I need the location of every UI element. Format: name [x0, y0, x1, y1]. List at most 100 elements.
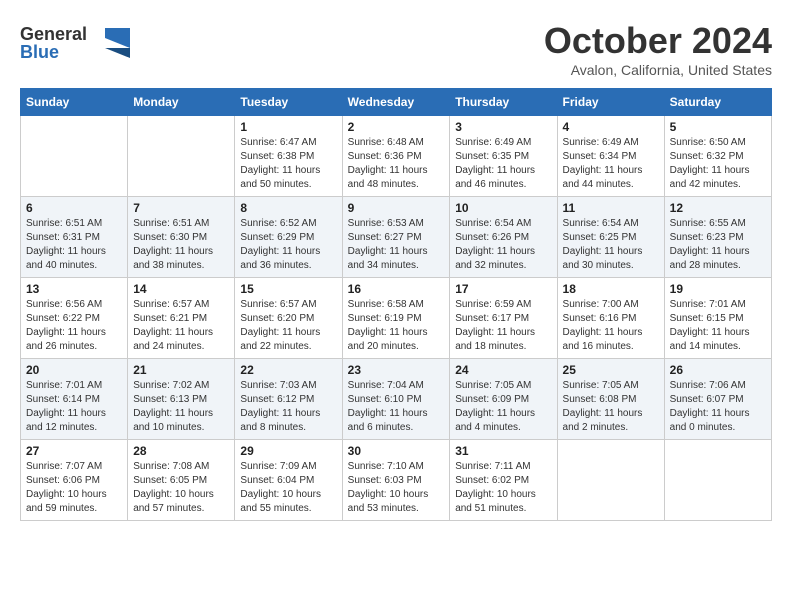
day-info: Sunrise: 7:07 AM Sunset: 6:06 PM Dayligh…: [26, 460, 122, 516]
calendar-cell: [664, 440, 771, 521]
calendar-week-row: 27 Sunrise: 7:07 AM Sunset: 6:06 PM Dayli…: [21, 440, 772, 521]
day-number: 4: [563, 120, 659, 134]
day-info: Sunrise: 7:11 AM Sunset: 6:02 PM Dayligh…: [455, 460, 551, 516]
location: Avalon, California, United States: [544, 62, 772, 78]
day-number: 24: [455, 363, 551, 377]
day-number: 30: [348, 444, 445, 458]
calendar-header: SundayMondayTuesdayWednesdayThursdayFrid…: [21, 89, 772, 116]
calendar-cell: [21, 116, 128, 197]
title-block: October 2024 Avalon, California, United …: [544, 20, 772, 78]
day-number: 26: [670, 363, 766, 377]
day-number: 17: [455, 282, 551, 296]
calendar-cell: 24Sunrise: 7:05 AM Sunset: 6:09 PM Dayli…: [450, 359, 557, 440]
calendar-week-row: 13Sunrise: 6:56 AM Sunset: 6:22 PM Dayli…: [21, 278, 772, 359]
calendar-cell: 9 Sunrise: 6:53 AM Sunset: 6:27 PM Daylig…: [342, 197, 450, 278]
calendar-cell: 31 Sunrise: 7:11 AM Sunset: 6:02 PM Dayli…: [450, 440, 557, 521]
calendar-cell: 21Sunrise: 7:02 AM Sunset: 6:13 PM Dayli…: [128, 359, 235, 440]
weekday-header: Monday: [128, 89, 235, 116]
day-number: 29: [240, 444, 336, 458]
day-info: Sunrise: 7:03 AM Sunset: 6:12 PM Dayligh…: [240, 379, 336, 435]
day-info: Sunrise: 7:10 AM Sunset: 6:03 PM Dayligh…: [348, 460, 445, 516]
weekday-header: Saturday: [664, 89, 771, 116]
calendar-week-row: 20 Sunrise: 7:01 AM Sunset: 6:14 PM Dayli…: [21, 359, 772, 440]
calendar-cell: 18 Sunrise: 7:00 AM Sunset: 6:16 PM Dayli…: [557, 278, 664, 359]
day-info: Sunrise: 7:08 AM Sunset: 6:05 PM Dayligh…: [133, 460, 229, 516]
calendar-cell: 10 Sunrise: 6:54 AM Sunset: 6:26 PM Dayli…: [450, 197, 557, 278]
weekday-header: Thursday: [450, 89, 557, 116]
day-number: 10: [455, 201, 551, 215]
calendar-cell: 14Sunrise: 6:57 AM Sunset: 6:21 PM Dayli…: [128, 278, 235, 359]
calendar-cell: 19 Sunrise: 7:01 AM Sunset: 6:15 PM Dayli…: [664, 278, 771, 359]
day-number: 19: [670, 282, 766, 296]
calendar-cell: 4 Sunrise: 6:49 AM Sunset: 6:34 PM Daylig…: [557, 116, 664, 197]
calendar-week-row: 1Sunrise: 6:47 AM Sunset: 6:38 PM Daylig…: [21, 116, 772, 197]
day-number: 20: [26, 363, 122, 377]
calendar-cell: [128, 116, 235, 197]
day-number: 6: [26, 201, 122, 215]
day-number: 18: [563, 282, 659, 296]
day-number: 15: [240, 282, 336, 296]
day-info: Sunrise: 6:49 AM Sunset: 6:35 PM Dayligh…: [455, 136, 551, 192]
weekday-header: Friday: [557, 89, 664, 116]
day-info: Sunrise: 6:48 AM Sunset: 6:36 PM Dayligh…: [348, 136, 445, 192]
day-info: Sunrise: 6:53 AM Sunset: 6:27 PM Dayligh…: [348, 217, 445, 273]
calendar-cell: 27 Sunrise: 7:07 AM Sunset: 6:06 PM Dayli…: [21, 440, 128, 521]
day-info: Sunrise: 7:01 AM Sunset: 6:15 PM Dayligh…: [670, 298, 766, 354]
month-title: October 2024: [544, 20, 772, 62]
day-number: 27: [26, 444, 122, 458]
day-number: 11: [563, 201, 659, 215]
calendar-cell: 25 Sunrise: 7:05 AM Sunset: 6:08 PM Dayli…: [557, 359, 664, 440]
day-number: 5: [670, 120, 766, 134]
day-info: Sunrise: 6:49 AM Sunset: 6:34 PM Dayligh…: [563, 136, 659, 192]
weekday-header-row: SundayMondayTuesdayWednesdayThursdayFrid…: [21, 89, 772, 116]
calendar-cell: 3 Sunrise: 6:49 AM Sunset: 6:35 PM Daylig…: [450, 116, 557, 197]
weekday-header: Tuesday: [235, 89, 342, 116]
day-number: 8: [240, 201, 336, 215]
calendar-cell: 12Sunrise: 6:55 AM Sunset: 6:23 PM Dayli…: [664, 197, 771, 278]
day-info: Sunrise: 7:00 AM Sunset: 6:16 PM Dayligh…: [563, 298, 659, 354]
weekday-header: Sunday: [21, 89, 128, 116]
day-number: 9: [348, 201, 445, 215]
calendar-week-row: 6 Sunrise: 6:51 AM Sunset: 6:31 PM Daylig…: [21, 197, 772, 278]
logo: General Blue: [20, 20, 130, 70]
calendar-cell: 1Sunrise: 6:47 AM Sunset: 6:38 PM Daylig…: [235, 116, 342, 197]
day-number: 3: [455, 120, 551, 134]
day-info: Sunrise: 7:04 AM Sunset: 6:10 PM Dayligh…: [348, 379, 445, 435]
logo-text: General Blue: [20, 20, 130, 70]
calendar-cell: 28 Sunrise: 7:08 AM Sunset: 6:05 PM Dayli…: [128, 440, 235, 521]
day-info: Sunrise: 6:54 AM Sunset: 6:26 PM Dayligh…: [455, 217, 551, 273]
day-number: 2: [348, 120, 445, 134]
day-info: Sunrise: 6:52 AM Sunset: 6:29 PM Dayligh…: [240, 217, 336, 273]
calendar-cell: 6 Sunrise: 6:51 AM Sunset: 6:31 PM Daylig…: [21, 197, 128, 278]
day-number: 28: [133, 444, 229, 458]
day-info: Sunrise: 7:01 AM Sunset: 6:14 PM Dayligh…: [26, 379, 122, 435]
day-info: Sunrise: 6:57 AM Sunset: 6:21 PM Dayligh…: [133, 298, 229, 354]
day-info: Sunrise: 6:51 AM Sunset: 6:31 PM Dayligh…: [26, 217, 122, 273]
day-number: 25: [563, 363, 659, 377]
day-info: Sunrise: 6:55 AM Sunset: 6:23 PM Dayligh…: [670, 217, 766, 273]
day-info: Sunrise: 7:06 AM Sunset: 6:07 PM Dayligh…: [670, 379, 766, 435]
calendar-cell: 26 Sunrise: 7:06 AM Sunset: 6:07 PM Dayli…: [664, 359, 771, 440]
day-number: 22: [240, 363, 336, 377]
calendar-cell: 16Sunrise: 6:58 AM Sunset: 6:19 PM Dayli…: [342, 278, 450, 359]
day-number: 31: [455, 444, 551, 458]
calendar-cell: 30 Sunrise: 7:10 AM Sunset: 6:03 PM Dayli…: [342, 440, 450, 521]
day-info: Sunrise: 7:05 AM Sunset: 6:08 PM Dayligh…: [563, 379, 659, 435]
calendar-cell: 2 Sunrise: 6:48 AM Sunset: 6:36 PM Daylig…: [342, 116, 450, 197]
svg-text:General: General: [20, 24, 87, 44]
day-info: Sunrise: 6:47 AM Sunset: 6:38 PM Dayligh…: [240, 136, 336, 192]
day-info: Sunrise: 7:02 AM Sunset: 6:13 PM Dayligh…: [133, 379, 229, 435]
calendar-cell: 22 Sunrise: 7:03 AM Sunset: 6:12 PM Dayli…: [235, 359, 342, 440]
calendar-cell: 13Sunrise: 6:56 AM Sunset: 6:22 PM Dayli…: [21, 278, 128, 359]
day-info: Sunrise: 6:59 AM Sunset: 6:17 PM Dayligh…: [455, 298, 551, 354]
svg-text:Blue: Blue: [20, 42, 59, 62]
day-info: Sunrise: 6:57 AM Sunset: 6:20 PM Dayligh…: [240, 298, 336, 354]
day-number: 23: [348, 363, 445, 377]
day-info: Sunrise: 7:09 AM Sunset: 6:04 PM Dayligh…: [240, 460, 336, 516]
calendar-cell: 11Sunrise: 6:54 AM Sunset: 6:25 PM Dayli…: [557, 197, 664, 278]
calendar-cell: [557, 440, 664, 521]
calendar-table: SundayMondayTuesdayWednesdayThursdayFrid…: [20, 88, 772, 521]
calendar-cell: 29 Sunrise: 7:09 AM Sunset: 6:04 PM Dayli…: [235, 440, 342, 521]
calendar-cell: 17 Sunrise: 6:59 AM Sunset: 6:17 PM Dayli…: [450, 278, 557, 359]
calendar-cell: 8 Sunrise: 6:52 AM Sunset: 6:29 PM Daylig…: [235, 197, 342, 278]
